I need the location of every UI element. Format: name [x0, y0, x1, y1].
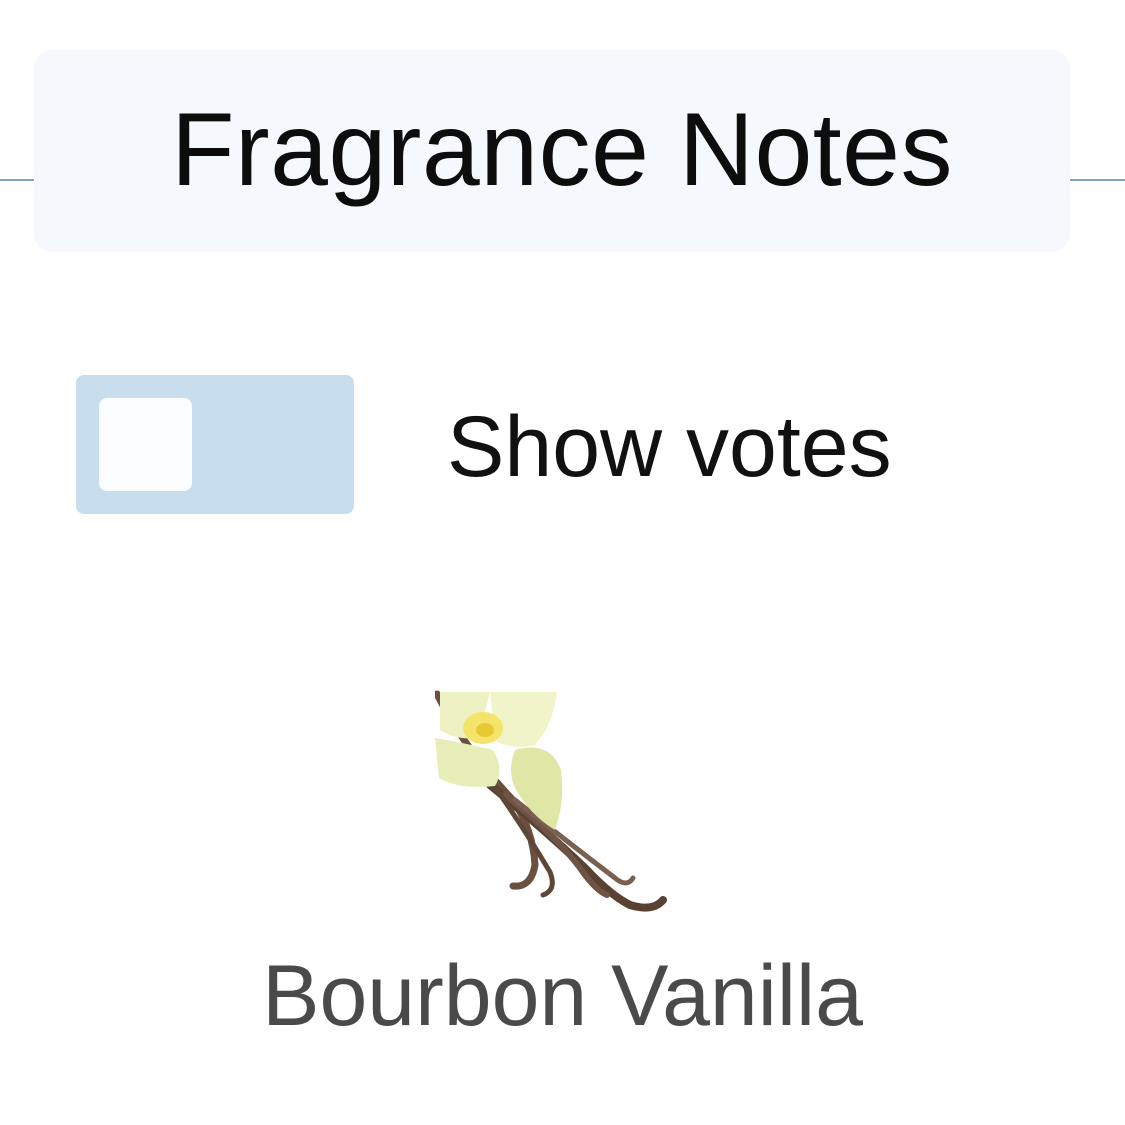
- vanilla-flower-icon: [435, 690, 667, 912]
- divider-line-left: [0, 179, 34, 181]
- section-header: Fragrance Notes: [34, 50, 1070, 252]
- show-votes-label: Show votes: [447, 399, 892, 495]
- show-votes-toggle[interactable]: [76, 375, 354, 514]
- divider-line-right: [1070, 179, 1125, 181]
- note-name: Bourbon Vanilla: [262, 948, 863, 1044]
- toggle-knob: [99, 398, 192, 491]
- section-title: Fragrance Notes: [170, 92, 954, 208]
